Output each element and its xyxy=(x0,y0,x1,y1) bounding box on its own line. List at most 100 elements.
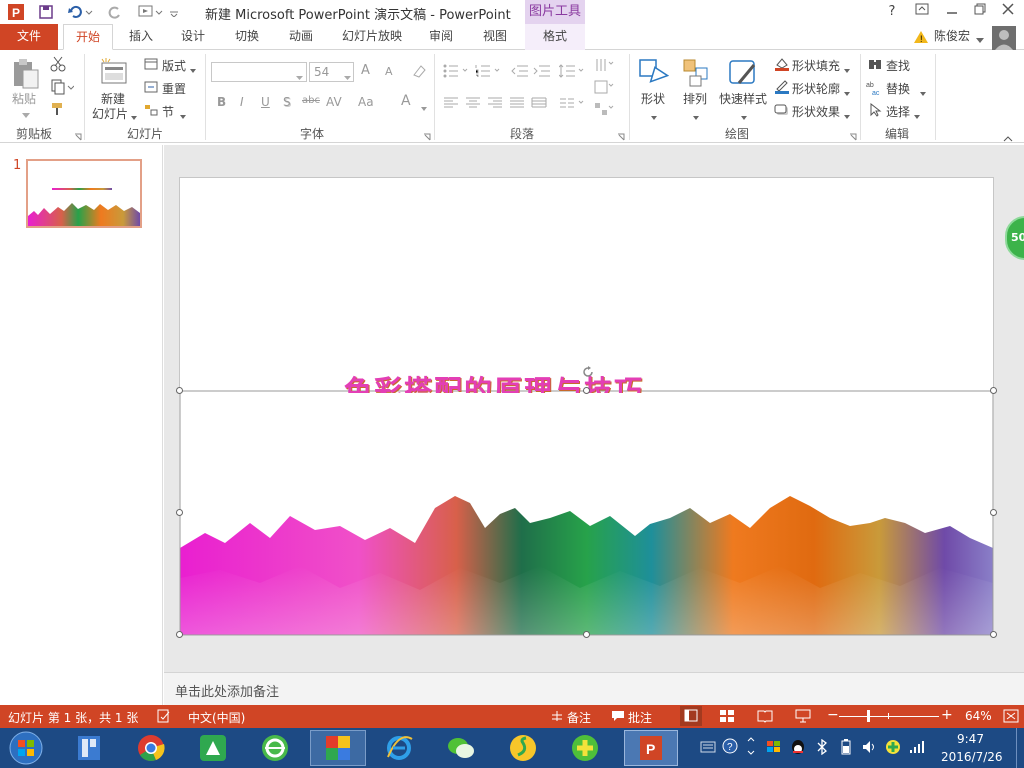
comments-button[interactable]: 批注 xyxy=(628,709,652,726)
decrease-indent-icon[interactable] xyxy=(510,62,530,80)
fit-to-window-icon[interactable] xyxy=(1003,709,1019,726)
tab-review[interactable]: 审阅 xyxy=(420,24,462,50)
qq-icon[interactable] xyxy=(790,739,806,758)
arrange-dropdown-icon[interactable] xyxy=(693,110,699,124)
tab-transitions[interactable]: 切换 xyxy=(226,24,268,50)
tab-file[interactable]: 文件 xyxy=(0,24,58,50)
shape-outline-button[interactable]: 形状轮廓 xyxy=(792,80,840,97)
shape-outline-icon[interactable] xyxy=(773,80,791,94)
font-name-combo[interactable] xyxy=(211,62,307,82)
notes-pane[interactable]: 单击此处添加备注 xyxy=(164,672,1024,705)
columns-icon[interactable] xyxy=(558,95,586,111)
minimize-icon[interactable] xyxy=(940,2,964,22)
spellcheck-icon[interactable] xyxy=(157,709,171,726)
cut-icon[interactable] xyxy=(48,55,68,73)
justify-icon[interactable] xyxy=(508,95,526,111)
font-color-button[interactable]: A xyxy=(401,93,411,109)
slide-sorter-icon[interactable] xyxy=(719,709,735,726)
music-app-icon[interactable] xyxy=(504,730,542,766)
internet-explorer-icon[interactable] xyxy=(380,730,418,766)
shape-effects-button[interactable]: 形状效果 xyxy=(792,103,840,120)
layout-dropdown-icon[interactable] xyxy=(190,63,196,77)
notes-toggle-icon[interactable] xyxy=(550,710,564,725)
rotate-handle-icon[interactable] xyxy=(582,366,594,381)
shape-fill-dropdown-icon[interactable] xyxy=(844,63,850,77)
resize-handle[interactable] xyxy=(583,631,590,638)
redo-icon[interactable] xyxy=(104,2,126,22)
shapes-button[interactable]: 形状 xyxy=(641,90,665,107)
tab-animations[interactable]: 动画 xyxy=(280,24,322,50)
shrink-font-button[interactable]: A xyxy=(385,65,393,78)
select-button[interactable]: 选择 xyxy=(886,103,910,120)
shape-effects-icon[interactable] xyxy=(773,103,791,117)
shape-fill-icon[interactable] xyxy=(773,57,791,71)
tab-format[interactable]: 格式 xyxy=(525,24,585,50)
increase-indent-icon[interactable] xyxy=(532,62,552,80)
zoom-level[interactable]: 64% xyxy=(965,709,992,723)
security-tray-icon[interactable] xyxy=(885,739,901,758)
tab-insert[interactable]: 插入 xyxy=(120,24,162,50)
clock-time[interactable]: 9:47 xyxy=(957,732,984,746)
align-text-icon[interactable] xyxy=(592,78,616,96)
zoom-out-button[interactable]: − xyxy=(827,707,839,723)
quick-styles-dropdown-icon[interactable] xyxy=(741,110,747,124)
user-name[interactable]: 陈俊宏 xyxy=(934,27,970,44)
language-status[interactable]: 中文(中国) xyxy=(188,709,245,726)
tab-view[interactable]: 视图 xyxy=(474,24,516,50)
line-spacing-icon[interactable] xyxy=(558,62,586,80)
new-slide-dropdown-icon[interactable] xyxy=(131,110,137,124)
align-center-icon[interactable] xyxy=(464,95,482,111)
active-app-icon[interactable] xyxy=(310,730,366,766)
resize-handle[interactable] xyxy=(990,631,997,638)
ribbon-display-options-icon[interactable] xyxy=(910,2,934,22)
shapes-icon[interactable] xyxy=(636,56,670,90)
paste-icon[interactable] xyxy=(8,56,42,92)
find-icon[interactable] xyxy=(866,57,884,71)
powerpoint-taskbar-icon[interactable]: P xyxy=(624,730,678,766)
close-icon[interactable] xyxy=(996,2,1020,22)
security-guard-icon[interactable] xyxy=(566,730,604,766)
font-launcher-icon[interactable] xyxy=(423,130,431,144)
layout-icon[interactable] xyxy=(143,57,159,71)
normal-view-icon[interactable] xyxy=(680,706,702,726)
font-color-dropdown-icon[interactable] xyxy=(421,101,427,115)
zoom-slider-track[interactable] xyxy=(839,716,939,717)
slideshow-view-icon[interactable] xyxy=(795,709,811,726)
reading-view-icon[interactable] xyxy=(757,709,773,726)
replace-button[interactable]: 替换 xyxy=(886,80,910,97)
slide-thumbnail[interactable] xyxy=(26,159,142,228)
browser-360-icon[interactable] xyxy=(256,730,294,766)
drawing-launcher-icon[interactable] xyxy=(849,130,857,144)
align-right-icon[interactable] xyxy=(486,95,504,111)
notes-toggle-button[interactable]: 备注 xyxy=(567,709,591,726)
reset-button[interactable]: 重置 xyxy=(162,80,186,97)
tab-home[interactable]: 开始 xyxy=(63,24,113,50)
strikethrough-button[interactable]: abc xyxy=(302,95,320,106)
chrome-icon[interactable] xyxy=(132,730,170,766)
find-button[interactable]: 查找 xyxy=(886,57,910,74)
start-button-icon[interactable] xyxy=(4,730,48,766)
help-tray-icon[interactable]: ? xyxy=(722,738,738,757)
shape-effects-dropdown-icon[interactable] xyxy=(844,109,850,123)
resize-handle[interactable] xyxy=(990,509,997,516)
resize-handle[interactable] xyxy=(990,387,997,394)
customize-toolbar-icon[interactable] xyxy=(166,2,182,22)
keyboard-icon[interactable] xyxy=(700,741,716,756)
tray-expand-icon[interactable] xyxy=(746,736,756,759)
quick-styles-button[interactable]: 快速样式 xyxy=(719,90,767,107)
new-slide-label-2[interactable]: 幻灯片 xyxy=(92,105,128,122)
section-dropdown-icon[interactable] xyxy=(180,109,186,123)
character-spacing-button[interactable]: AV xyxy=(326,95,342,109)
clear-formatting-icon[interactable] xyxy=(410,62,428,80)
numbering-icon[interactable] xyxy=(474,62,502,80)
bluetooth-icon[interactable] xyxy=(816,738,828,758)
font-size-dropdown-icon[interactable] xyxy=(344,70,351,84)
grow-font-button[interactable]: A xyxy=(361,63,370,78)
slide-title[interactable]: 色彩搭配的原理与技巧 xyxy=(344,373,644,393)
text-shadow-button[interactable]: S xyxy=(283,95,291,109)
new-slide-icon[interactable] xyxy=(98,56,130,88)
arrange-button[interactable]: 排列 xyxy=(683,90,707,107)
clock-date[interactable]: 2016/7/26 xyxy=(941,750,1003,764)
align-left-icon[interactable] xyxy=(442,95,460,111)
reset-icon[interactable] xyxy=(143,80,159,94)
